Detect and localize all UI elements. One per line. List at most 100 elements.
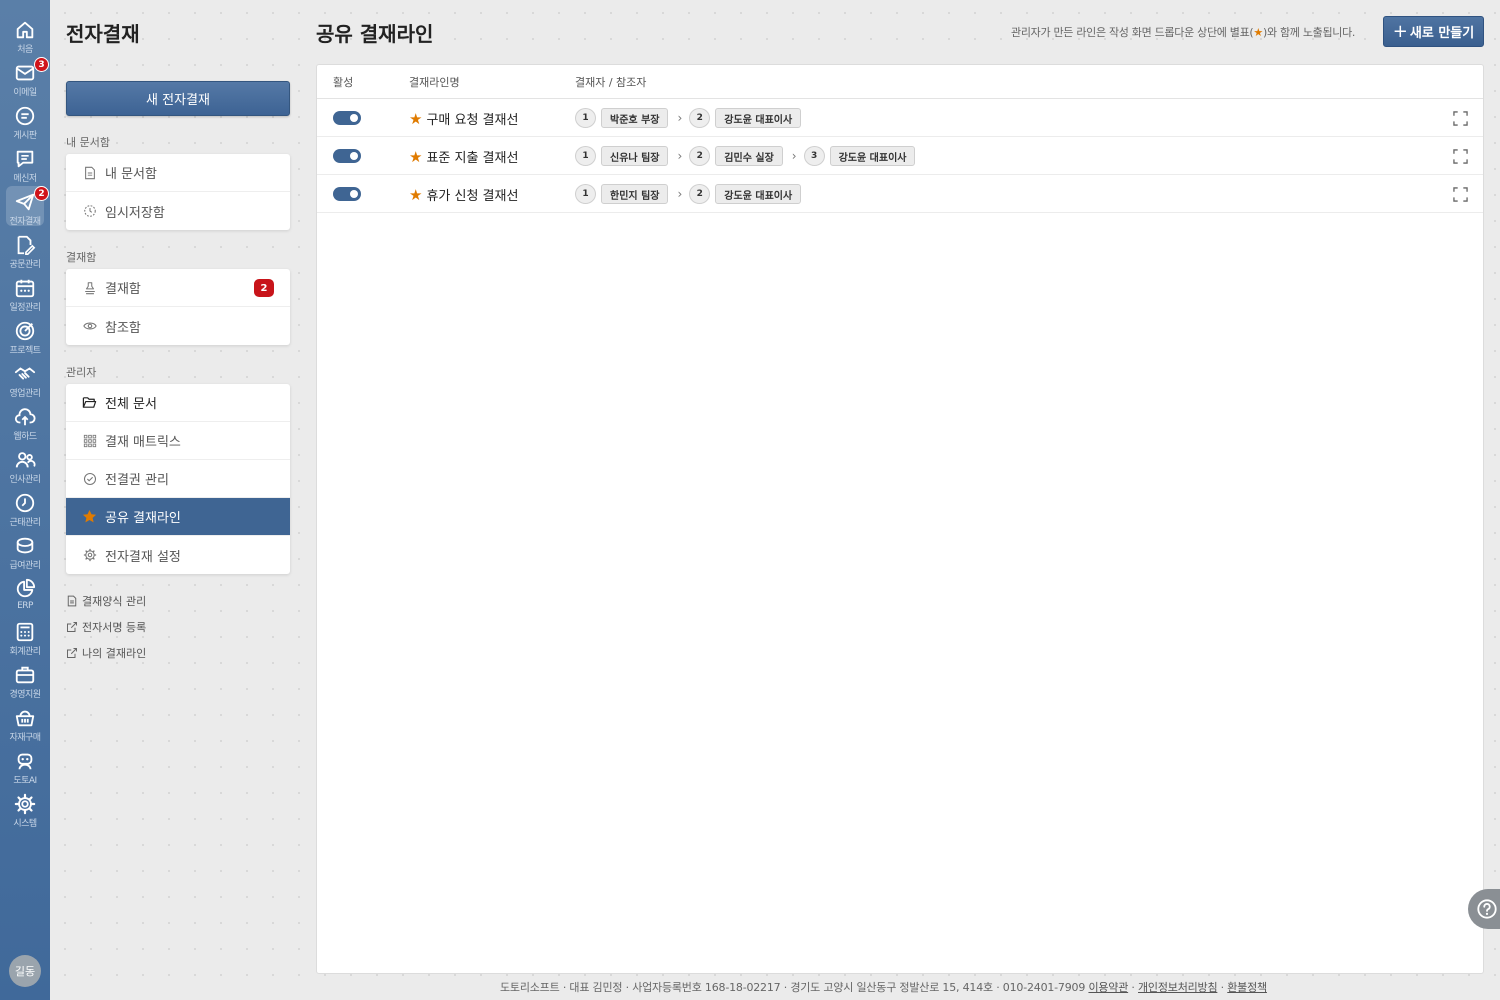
rail-item-management[interactable]: 경영지원 [0,658,50,701]
rail-item-approval[interactable]: 전자결재 2 [0,185,50,228]
rail-label: 경영지원 [9,690,41,700]
calendar-icon [15,279,35,298]
rail-item-messenger[interactable]: 메신저 [0,142,50,185]
briefcase-icon [15,666,35,684]
rail-label: 처음 [17,45,33,55]
sidebar-item-shared-lines[interactable]: 공유 결재라인 [66,498,290,536]
rail-item-accounting[interactable]: 회계관리 [0,615,50,658]
handshake-icon [14,367,36,380]
approval-steps: 1 한민지 팀장 › 2 강도윤 대표이사 [575,184,802,204]
create-button-label: 새로 만들기 [1409,26,1475,41]
sidebar-item-delegation[interactable]: 전결권 관리 [66,460,290,498]
rail-item-system[interactable]: 시스템 [0,787,50,830]
avatar[interactable]: 길동 [9,955,41,987]
sidebar-item-label: 참조함 [105,320,141,336]
table-header: 활성 결재라인명 결재자 / 참조자 [317,65,1483,99]
coins-icon [16,537,34,554]
line-name[interactable]: ★ 휴가 신청 결재선 [409,185,518,205]
active-toggle[interactable] [333,187,361,201]
footer-link-terms[interactable]: 이용약관 [1088,981,1128,994]
step-number: 1 [575,108,596,128]
sidebar-item-reference-box[interactable]: 참조함 [66,307,290,345]
rail-label: 인사관리 [9,475,41,485]
table-row[interactable]: ★ 구매 요청 결재선 1 박준호 부장 › 2 강도윤 대표이사 [317,99,1483,137]
link-my-lines[interactable]: 나의 결재라인 [66,645,146,661]
create-new-button[interactable]: + 새로 만들기 [1383,16,1484,47]
rail-item-attendance[interactable]: 근태관리 [0,486,50,529]
rail-item-erp[interactable]: ERP [0,572,50,615]
rail-item-home[interactable]: 처음 [0,13,50,56]
rail-item-hr[interactable]: 인사관리 [0,443,50,486]
rail-item-board[interactable]: 게시판 [0,99,50,142]
star-icon: ★ [1253,26,1263,39]
expand-icon[interactable] [1453,111,1468,126]
rail-label: 일정관리 [9,303,41,313]
expand-icon[interactable] [1453,149,1468,164]
rail-item-official-docs[interactable]: 공문관리 [0,228,50,271]
sidebar-item-all-docs[interactable]: 전체 문서 [66,384,290,422]
sidebar-item-settings[interactable]: 전자결재 설정 [66,536,290,574]
external-link-icon [67,622,77,632]
new-approval-button[interactable]: 새 전자결재 [66,81,290,116]
line-name-label: 구매 요청 결재선 [426,113,519,128]
sidebar-item-label: 결재함 [105,282,141,297]
rail-item-payroll[interactable]: 급여관리 [0,529,50,572]
footer-link-refund[interactable]: 환불정책 [1227,981,1267,994]
approver-chip: 강도윤 대표이사 [715,184,802,204]
line-name[interactable]: ★ 표준 지출 결재선 [409,147,519,167]
calculator-icon [16,622,34,642]
clock-dashed-icon [82,204,97,219]
sidebar-item-label: 공유 결재라인 [105,511,181,526]
link-signature-register[interactable]: 전자서명 등록 [66,619,146,635]
expand-icon[interactable] [1453,187,1468,202]
step-number: 1 [575,146,596,166]
approval-steps: 1 신유나 팀장 › 2 김민수 실장 › 3 강도윤 대표이사 [575,146,916,166]
help-button[interactable] [1468,889,1500,929]
hint-after: )와 함께 노출됩니다. [1262,26,1356,39]
mail-icon [15,65,35,81]
sidebar-title: 전자결재 [66,22,140,46]
hint-text: 관리자가 만든 라인은 작성 화면 드롭다운 상단에 별표(★)와 함께 노출됩… [1011,24,1355,40]
rail-item-project[interactable]: 프로젝트 [0,314,50,357]
rail-item-sales[interactable]: 영업관리 [0,357,50,400]
my-docs-card: 내 문서함 임시저장함 [66,154,290,230]
step-number: 2 [689,108,711,128]
messenger-icon [16,150,34,168]
sidebar-item-approval-matrix[interactable]: 결재 매트릭스 [66,422,290,460]
rail-item-ai[interactable]: 도토AI [0,744,50,787]
link-form-management[interactable]: 결재양식 관리 [66,593,146,609]
rail-label: 영업관리 [9,389,41,399]
chevron-right-icon: › [791,149,797,163]
rail-label: 웹하드 [13,432,37,442]
line-name[interactable]: ★ 구매 요청 결재선 [409,109,519,129]
approver-chip: 강도윤 대표이사 [715,108,802,128]
rail-label: 급여관리 [9,561,41,571]
table-row[interactable]: ★ 표준 지출 결재선 1 신유나 팀장 › 2 김민수 실장 › 3 강도윤 … [317,137,1483,175]
home-icon [16,21,34,39]
basket-icon [15,710,35,727]
rail-label: 도토AI [13,776,37,786]
rail-item-mail[interactable]: 이메일 3 [0,56,50,99]
clock-icon [15,493,35,513]
rail-item-webhard[interactable]: 웹하드 [0,400,50,443]
active-toggle[interactable] [333,111,361,125]
rail-label: ERP [17,601,33,611]
gear-icon [82,548,97,563]
sidebar-item-approval-box[interactable]: 결재함 2 [66,269,290,307]
rail-item-purchase[interactable]: 자재구매 [0,701,50,744]
column-header-approvers: 결재자 / 참조자 [575,76,647,89]
stamp-icon [82,280,97,295]
sidebar-item-drafts[interactable]: 임시저장함 [66,192,290,230]
active-toggle[interactable] [333,149,361,163]
table-row[interactable]: ★ 휴가 신청 결재선 1 한민지 팀장 › 2 강도윤 대표이사 [317,175,1483,213]
rail-label: 시스템 [13,819,37,829]
target-icon [15,321,35,341]
line-name-label: 표준 지출 결재선 [426,151,519,166]
footer-link-privacy[interactable]: 개인정보처리방침 [1138,981,1218,994]
grid-icon [82,433,97,448]
rail-item-calendar[interactable]: 일정관리 [0,271,50,314]
board-icon [15,106,35,126]
sidebar-item-my-docs[interactable]: 내 문서함 [66,154,290,192]
rail-label: 회계관리 [9,647,41,657]
chevron-right-icon: › [677,187,683,201]
